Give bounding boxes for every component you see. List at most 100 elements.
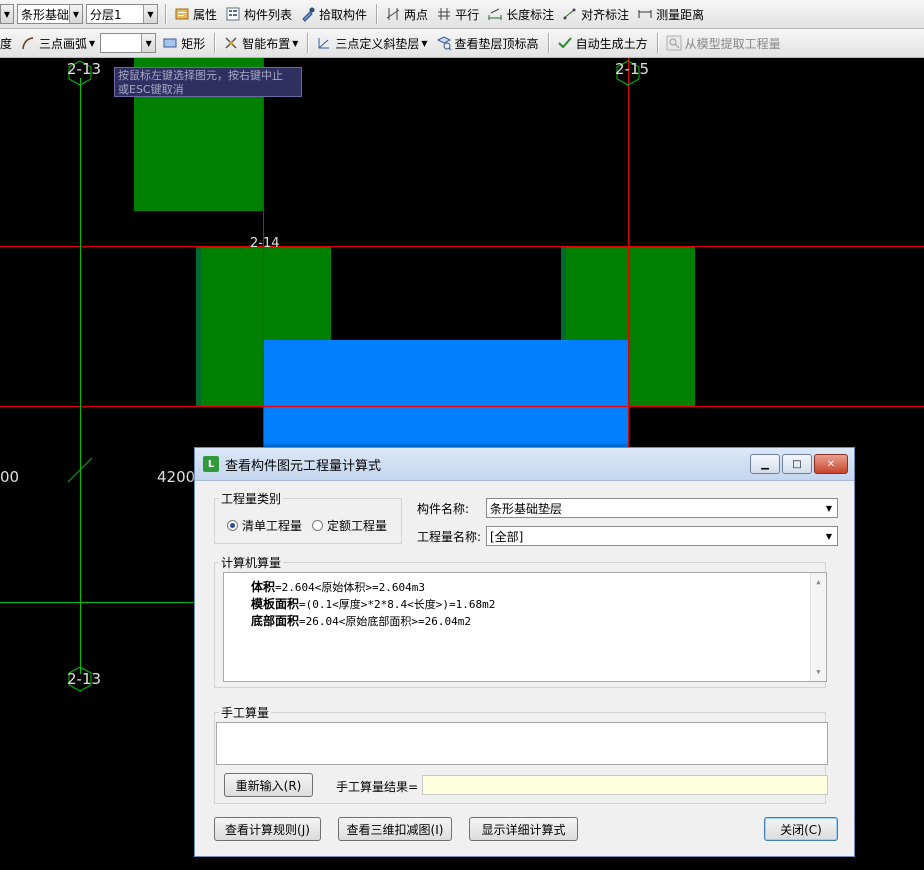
manual-calc-textarea[interactable] [216,722,828,765]
parallel-label: 平行 [455,7,480,22]
smart-layout-icon [223,35,239,51]
calc-scrollbar[interactable]: ▲ ▼ [810,573,826,681]
manual-result-input[interactable] [422,775,828,795]
view-3d-deduction-button[interactable]: 查看三维扣减图(I) [338,817,452,841]
dimension-label: 00 [0,468,20,486]
computer-calc-textarea[interactable]: 体积=2.604<原始体积>=2.604m3 模板面积=(0.1<厚度>*2*8… [223,572,827,682]
component-type-value: 条形基础 [21,7,70,22]
auto-earthwork-button[interactable]: 自动生成土方 [554,32,651,54]
scroll-up-icon[interactable]: ▲ [811,575,826,589]
measure-distance-button[interactable]: 测量距离 [634,3,707,25]
chevron-down-icon[interactable]: ▼ [821,499,837,517]
chevron-down-icon[interactable]: ▼ [69,5,82,23]
axis-line-green [80,78,81,674]
toolbar-separator [656,33,659,53]
app-icon: L [203,456,219,472]
toolbar-separator [165,4,167,24]
chevron-down-icon[interactable]: ▼ [292,39,298,48]
draw-toolbar: 度 三点画弧 ▼ ▼ 矩形 智能布置 ▼ 三点定义斜垫层 ▼ 查看垫层顶标高 自… [0,29,924,58]
axis-line-red [0,406,924,407]
parallel-button[interactable]: 平行 [433,3,482,25]
toolbar-separator [307,33,310,53]
three-point-arc-button[interactable]: 三点画弧 ▼ [17,32,98,54]
smart-layout-button[interactable]: 智能布置 ▼ [220,32,301,54]
block-edge [196,247,201,406]
three-point-slope-button[interactable]: 三点定义斜垫层 ▼ [313,32,430,54]
partial-tool[interactable]: 度 [0,32,15,54]
chevron-down-icon[interactable]: ▼ [821,527,837,545]
quantity-type-label: 工程量类别 [219,490,284,507]
manual-result-label: 手工算量结果= [336,780,419,794]
auto-earthwork-label: 自动生成土方 [575,36,648,51]
main-toolbar: ▼ 条形基础 ▼ 分层1 ▼ 属性 构件列表 拾取构件 两点 平行 长度标注 对… [0,0,924,29]
quantity-name-label: 工程量名称: [417,530,482,544]
toolbar-left-dropdown[interactable]: ▼ [0,4,14,24]
chevron-down-icon[interactable]: ▼ [141,34,156,52]
calc-name: 模板面积 [251,597,300,611]
view-cushion-top-label: 查看垫层顶标高 [454,36,539,51]
dialog-title: 查看构件图元工程量计算式 [225,458,382,474]
view-calc-rules-button[interactable]: 查看计算规则(J) [214,817,321,841]
close-button[interactable]: 关闭(C) [764,817,838,841]
view-cushion-top-button[interactable]: 查看垫层顶标高 [433,32,542,54]
show-detail-formula-button[interactable]: 显示详细计算式 [469,817,578,841]
radio-list-label: 清单工程量 [242,519,303,533]
hint-line-2: 或ESC键取消 [118,83,184,96]
measure-distance-label: 测量距离 [656,7,705,22]
two-points-button[interactable]: 两点 [382,3,431,25]
radio-list-quantity[interactable]: 清单工程量 [227,517,302,534]
calc-name: 底部面积 [251,614,300,628]
chevron-down-icon[interactable]: ▼ [89,39,95,48]
calc-name: 体积 [251,580,276,594]
calc-line-bottom-area: 底部面积=26.04<原始底部面积>=26.04m2 [251,612,471,629]
hint-line-1: 按鼠标左键选择图元，按右键中止 [118,69,283,82]
extract-from-model-button[interactable]: 从模型提取工程量 [663,32,784,54]
quantity-formula-dialog: L 查看构件图元工程量计算式 ▁ □ ✕ 工程量类别 清单工程量 定额工程量 构… [194,447,855,857]
component-list-button[interactable]: 构件列表 [222,3,295,25]
quantity-name-select[interactable]: [全部] ▼ [486,526,838,546]
align-dim-icon [562,6,578,22]
length-dim-icon [487,6,503,22]
chevron-down-icon[interactable]: ▼ [143,5,157,23]
calc-line-volume: 体积=2.604<原始体积>=2.604m3 [251,578,425,595]
floor-value: 分层1 [90,7,122,22]
scroll-down-icon[interactable]: ▼ [811,665,826,679]
computer-calc-label: 计算机算量 [219,554,284,571]
align-dim-button[interactable]: 对齐标注 [559,3,632,25]
rectangle-button[interactable]: 矩形 [159,32,208,54]
axis-line-green [0,602,200,603]
toolbar-separator [214,33,217,53]
reenter-button[interactable]: 重新输入(R) [224,773,313,797]
cushion-layer-block[interactable] [263,340,628,448]
component-name-value: 条形基础垫层 [490,501,563,516]
maximize-button[interactable]: □ [782,454,812,474]
properties-button[interactable]: 属性 [171,3,220,25]
component-type-select[interactable]: 条形基础 ▼ [17,4,83,24]
dimension-tick [67,457,93,483]
length-dim-button[interactable]: 长度标注 [484,3,557,25]
close-window-button[interactable]: ✕ [814,454,848,474]
pick-component-button[interactable]: 拾取构件 [297,3,370,25]
dialog-titlebar[interactable]: L 查看构件图元工程量计算式 ▁ □ ✕ [195,448,854,481]
radio-quota-label: 定额工程量 [327,519,388,533]
maximize-icon: □ [792,458,802,470]
close-icon: ✕ [826,458,836,470]
manual-calc-label: 手工算量 [219,704,272,721]
radio-quota-quantity[interactable]: 定额工程量 [312,517,387,534]
component-name-select[interactable]: 条形基础垫层 ▼ [486,498,838,518]
floor-select[interactable]: 分层1 ▼ [86,4,158,24]
eyedropper-icon [300,6,316,22]
axis-label: 2-13 [67,60,102,78]
minimize-icon: ▁ [761,458,769,470]
window-buttons: ▁ □ ✕ [748,454,848,474]
minimize-button[interactable]: ▁ [750,454,780,474]
arc-value-input[interactable]: ▼ [100,33,157,53]
calc-formula: =26.04<原始底部面积>=26.04m2 [299,615,471,628]
axis-label: 2-13 [67,670,102,688]
chevron-down-icon[interactable]: ▼ [421,39,427,48]
toolbar-separator [376,4,379,24]
quantity-type-radios: 清单工程量 定额工程量 [227,517,397,534]
length-dim-label: 长度标注 [506,7,555,22]
quantity-name-value: [全部] [490,529,524,544]
three-point-arc-label: 三点画弧 [39,36,88,51]
